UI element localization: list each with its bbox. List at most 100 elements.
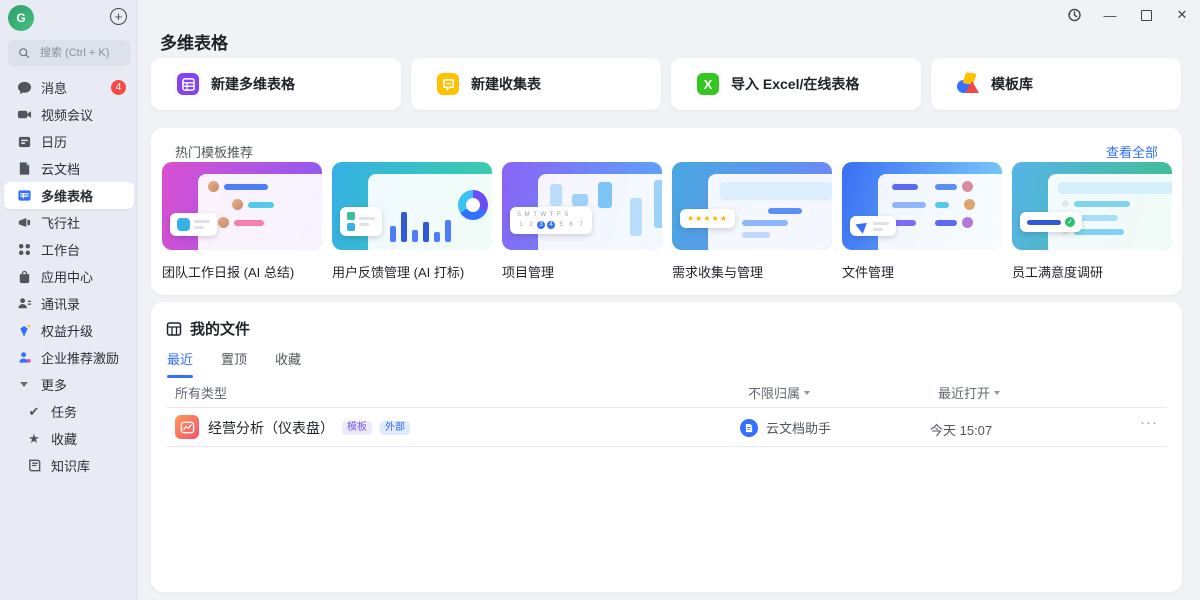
sidebar-item-bitable[interactable]: 多维表格 <box>4 182 134 209</box>
sidebar-item-upgrade[interactable]: 权益升级 <box>4 317 134 344</box>
close-icon[interactable]: ✕ <box>1174 7 1190 23</box>
new-form-button[interactable]: 新建收集表 <box>411 58 661 110</box>
template-library-icon <box>957 73 979 95</box>
file-row[interactable]: 经营分析（仪表盘） 模板 外部 云文档助手 今天 15:07 ··· <box>151 408 1182 446</box>
deco <box>892 184 918 190</box>
megaphone-icon <box>16 215 32 231</box>
filter-sort[interactable]: 最近打开 <box>938 383 1000 402</box>
add-icon[interactable]: + <box>110 8 127 25</box>
template-library-button[interactable]: 模板库 <box>931 58 1181 110</box>
sidebar-item-label: 更多 <box>41 375 67 394</box>
tab-pinned[interactable]: 置顶 <box>221 349 247 378</box>
sidebar-item-workbench[interactable]: 工作台 <box>4 236 134 263</box>
ai-icon <box>177 218 190 231</box>
deco <box>572 194 588 206</box>
gem-icon <box>16 323 32 339</box>
deco <box>720 182 832 200</box>
filter-owner[interactable]: 不限归属 <box>748 383 810 402</box>
template-card-file-management[interactable]: 文件管理 <box>842 162 1002 281</box>
deco <box>434 232 440 242</box>
sidebar-item-contacts[interactable]: 通讯录 <box>4 290 134 317</box>
sidebar-item-label: 任务 <box>51 402 77 421</box>
deco <box>218 217 322 228</box>
template-card-project-management[interactable]: S M T W T F S 1 2 3 4 5 6 7 项目管理 <box>502 162 662 281</box>
donut-chart-decoration <box>458 190 488 220</box>
deco <box>892 217 1002 228</box>
history-icon[interactable] <box>1066 7 1082 23</box>
contacts-icon <box>16 296 32 312</box>
deco <box>598 182 612 208</box>
calendar-day: 4 <box>547 221 555 229</box>
import-excel-button[interactable]: X 导入 Excel/在线表格 <box>671 58 921 110</box>
deco <box>935 202 949 208</box>
file-name-cell: 经营分析（仪表盘） 模板 外部 <box>208 418 410 438</box>
deco <box>965 81 979 93</box>
divider <box>167 446 1167 447</box>
deco <box>873 222 889 225</box>
search-input[interactable] <box>38 46 132 60</box>
new-bitable-button[interactable]: 新建多维表格 <box>151 58 401 110</box>
deco <box>423 222 429 242</box>
sidebar-item-video-meeting[interactable]: 视频会议 <box>4 101 134 128</box>
calendar-day: 2 <box>527 221 535 229</box>
hot-templates-panel: 热门模板推荐 查看全部 团队工作日报 (AI 总结) <box>151 128 1182 295</box>
template-card-daily-report[interactable]: 团队工作日报 (AI 总结) <box>162 162 322 281</box>
sidebar-item-more[interactable]: 更多 <box>4 371 134 398</box>
list-header-row: 所有类型 不限归属 最近打开 <box>151 383 1182 407</box>
tab-favorites[interactable]: 收藏 <box>275 349 301 378</box>
calendar-day: 7 <box>577 221 585 229</box>
deco <box>630 198 642 236</box>
deco <box>935 184 957 190</box>
template-card-user-feedback[interactable]: 用户反馈管理 (AI 打标) <box>332 162 492 281</box>
section-title: 我的文件 <box>190 318 250 339</box>
opened-time: 今天 15:07 <box>930 420 992 439</box>
sidebar-item-label: 多维表格 <box>41 186 93 205</box>
deco <box>742 220 788 226</box>
template-card-employee-survey[interactable]: ✓ 员工满意度调研 <box>1012 162 1172 281</box>
tab-recent[interactable]: 最近 <box>167 349 193 378</box>
deco <box>892 202 926 208</box>
search-box[interactable] <box>8 40 130 66</box>
maximize-icon[interactable] <box>1138 7 1154 23</box>
sidebar-item-calendar[interactable]: 日历 <box>4 128 134 155</box>
deco <box>232 199 322 210</box>
deco <box>892 181 1002 192</box>
button-label: 新建多维表格 <box>211 74 295 94</box>
sidebar-item-label: 消息 <box>41 78 67 97</box>
minimize-icon[interactable]: — <box>1102 7 1118 23</box>
sidebar-item-referral[interactable]: 企业推荐激励 <box>4 344 134 371</box>
sidebar-item-label: 企业推荐激励 <box>41 348 119 367</box>
sidebar-item-tasks[interactable]: ✔ 任务 <box>4 398 134 425</box>
filter-all-types[interactable]: 所有类型 <box>175 383 227 402</box>
calendar-icon <box>16 134 32 150</box>
form-icon <box>437 73 459 95</box>
video-camera-icon <box>16 107 32 123</box>
sidebar-item-app-center[interactable]: 应用中心 <box>4 263 134 290</box>
sidebar-item-favorites[interactable]: ★ 收藏 <box>4 425 134 452</box>
calendar-decoration: S M T W T F S 1 2 3 4 5 6 7 <box>510 207 592 234</box>
dashboard-file-icon <box>175 415 199 439</box>
template-label: 员工满意度调研 <box>1012 262 1172 281</box>
avatar <box>962 181 973 192</box>
deco <box>873 222 889 231</box>
cursor-icon <box>855 218 870 234</box>
sidebar-item-messages[interactable]: 消息 4 <box>4 74 134 101</box>
view-all-link[interactable]: 查看全部 <box>1106 142 1158 161</box>
user-avatar[interactable]: G <box>8 5 34 31</box>
template-card-requirements[interactable]: ★★★★★ 需求收集与管理 <box>672 162 832 281</box>
check-icon: ✔ <box>26 404 42 420</box>
table-icon <box>16 188 32 204</box>
deco <box>466 198 480 212</box>
template-thumbnail <box>842 162 1002 250</box>
owner-name: 云文档助手 <box>766 418 831 437</box>
rating-decoration: ★★★★★ <box>680 209 735 228</box>
sidebar-item-feishe[interactable]: 飞行社 <box>4 209 134 236</box>
sidebar-item-wiki[interactable]: 知识库 <box>4 452 134 479</box>
sidebar-item-label: 视频会议 <box>41 105 93 124</box>
deco <box>347 223 355 231</box>
sidebar-item-docs[interactable]: 云文档 <box>4 155 134 182</box>
button-label: 模板库 <box>991 74 1033 94</box>
filter-label: 最近打开 <box>938 383 990 402</box>
more-icon[interactable]: ··· <box>1140 414 1158 431</box>
file-name[interactable]: 经营分析（仪表盘） <box>208 418 334 438</box>
